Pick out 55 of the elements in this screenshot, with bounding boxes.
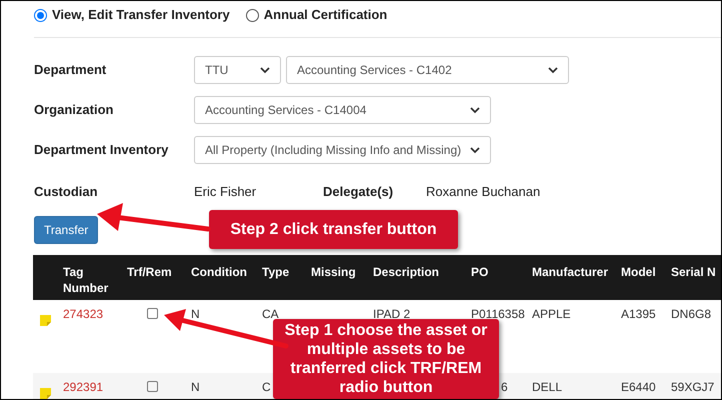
callout-box: Step 2 click transfer button xyxy=(209,210,458,249)
column-header: PO xyxy=(471,264,488,278)
note-icon xyxy=(40,388,51,398)
table-cell: APPLE xyxy=(532,306,571,320)
dropdown[interactable]: All Property (Including Missing Info and Missing) xyxy=(194,136,491,164)
column-header: Type xyxy=(262,264,290,278)
column-header: Condition xyxy=(191,264,247,278)
column-header: Tag Number xyxy=(63,264,108,294)
delegate-name: Roxanne Buchanan xyxy=(426,183,540,201)
column-header: Missing xyxy=(311,264,356,278)
radio-label: Annual Certification xyxy=(264,6,388,24)
table-cell: C xyxy=(262,380,271,394)
table-cell: A1395 xyxy=(621,306,656,320)
note-icon xyxy=(40,314,51,326)
chevron-down-icon xyxy=(470,106,480,114)
column-header: Model xyxy=(621,264,656,278)
table-cell: IPAD 2 xyxy=(373,306,410,320)
delegates-label: Delegate(s) xyxy=(323,183,394,201)
chevron-down-icon xyxy=(548,66,558,74)
table-cell: 59XGJ7 xyxy=(671,380,714,394)
dropdown[interactable]: TTU xyxy=(194,56,281,84)
column-header: Description xyxy=(373,264,440,278)
chevron-down-icon xyxy=(470,146,480,154)
tag-link[interactable]: 292391 xyxy=(63,380,104,394)
table-cell: E6440 xyxy=(621,380,656,394)
custodian-name: Eric Fisher xyxy=(194,183,258,201)
dropdown-value: Accounting Services - C14004 xyxy=(205,102,366,119)
radio-button[interactable] xyxy=(246,8,259,22)
dropdown-value: All Property (Including Missing Info and Missing) xyxy=(205,142,462,159)
radio-label: View, Edit Transfer Inventory xyxy=(52,6,230,24)
tag-link[interactable]: 274323 xyxy=(63,306,104,320)
radio-button[interactable] xyxy=(34,8,47,22)
table-cell: DN6G8 xyxy=(671,306,712,320)
table-cell: N xyxy=(191,306,200,320)
table-cell: CA xyxy=(262,306,279,320)
custodian-label: Custodian xyxy=(34,183,99,201)
field-label: Department xyxy=(34,61,108,80)
dropdown[interactable]: Accounting Services - C14004 xyxy=(194,96,491,124)
column-header: Trf/Rem xyxy=(127,264,172,278)
checkbox[interactable] xyxy=(147,380,158,392)
field-label: Organization xyxy=(34,101,114,120)
table-cell: 6 xyxy=(501,380,508,394)
chevron-down-icon xyxy=(260,66,270,74)
callout-box: Step 1 choose the asset or multiple assets to be tranferred click TRF/REM radio button xyxy=(273,319,499,399)
column-header: Manufacturer xyxy=(532,264,608,278)
table-cell: N xyxy=(191,380,200,394)
dropdown-value: Accounting Services - C1402 xyxy=(297,62,452,79)
field-label: Department Inventory xyxy=(34,141,170,160)
table-cell: P0116358 xyxy=(471,306,525,320)
dropdown-value: TTU xyxy=(205,62,228,79)
transfer-button[interactable]: Transfer xyxy=(34,216,98,244)
dropdown[interactable]: Accounting Services - C1402 xyxy=(286,56,569,84)
table-cell: DELL xyxy=(532,380,562,394)
checkbox[interactable] xyxy=(147,308,158,318)
column-header: Serial N xyxy=(671,264,716,278)
